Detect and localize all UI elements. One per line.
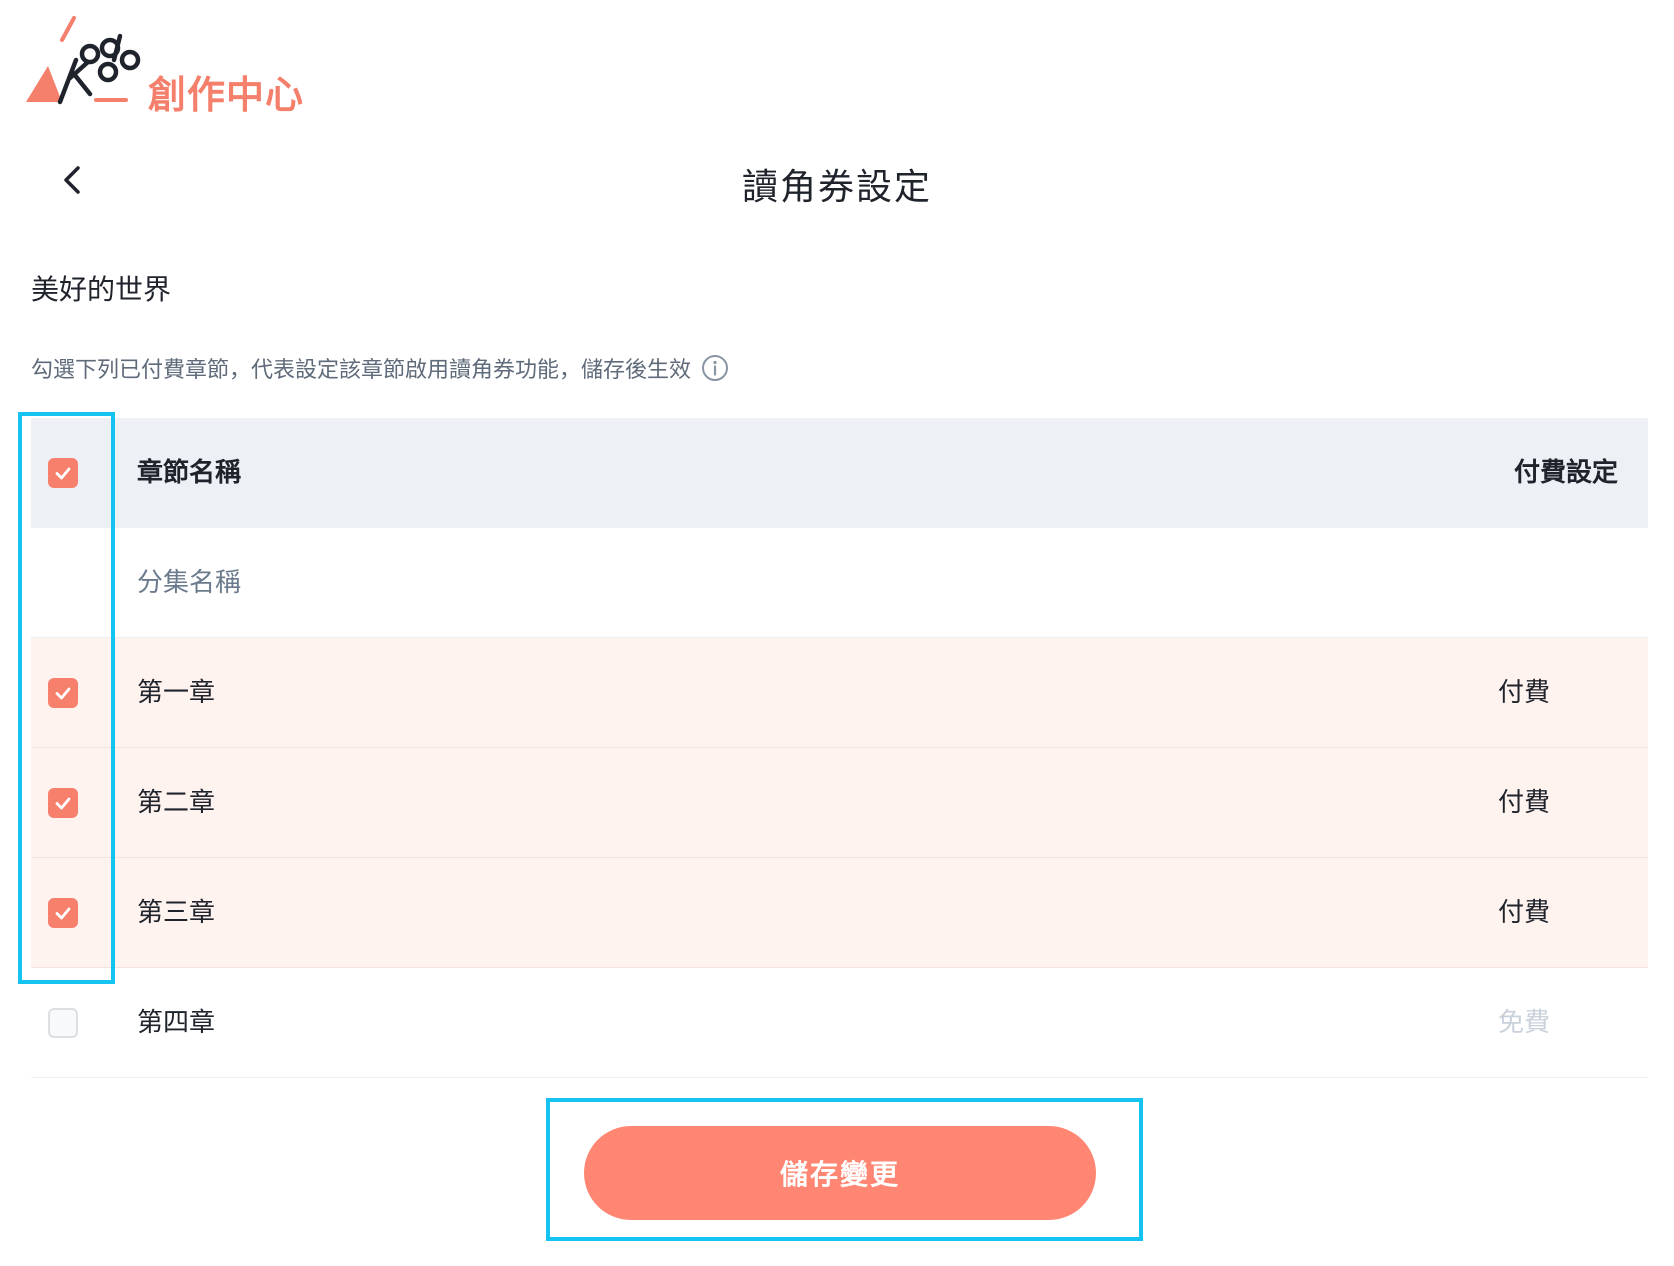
row-checkbox-disabled	[48, 1008, 78, 1038]
pay-setting: 免費	[1498, 1008, 1551, 1038]
row-check-cell	[48, 788, 78, 818]
table-header-row: 章節名稱 付費設定	[31, 418, 1648, 528]
row-checkbox[interactable]	[48, 898, 78, 928]
page-title: 讀角券設定	[741, 167, 932, 208]
column-header-name: 章節名稱	[137, 458, 242, 488]
work-title: 美好的世界	[31, 273, 172, 306]
chapter-table: 章節名稱 付費設定 分集名稱 第一章 付費 第二章 付費 第三章 付費 第四章 …	[31, 418, 1648, 1078]
group-label: 分集名稱	[137, 568, 242, 598]
chapter-name: 第四章	[137, 1008, 216, 1038]
hint-row: 勾選下列已付費章節，代表設定該章節啟用讀角券功能，儲存後生效	[31, 352, 729, 384]
chapter-name: 第三章	[137, 898, 216, 928]
chapter-name: 第一章	[137, 678, 216, 708]
chapter-name: 第二章	[137, 788, 216, 818]
row-check-cell	[48, 1008, 78, 1038]
row-checkbox[interactable]	[48, 678, 78, 708]
check-icon	[55, 687, 71, 700]
pay-setting: 付費	[1498, 898, 1551, 928]
pay-setting: 付費	[1498, 678, 1551, 708]
check-icon	[55, 907, 71, 920]
logo-text: 創作中心	[148, 73, 305, 117]
table-row[interactable]: 第二章 付費	[31, 748, 1648, 858]
row-check-cell	[48, 678, 78, 708]
check-icon	[55, 467, 71, 480]
save-changes-button[interactable]: 儲存變更	[584, 1126, 1096, 1220]
select-all-checkbox[interactable]	[48, 458, 78, 488]
column-header-pay: 付費設定	[1513, 458, 1618, 488]
table-row[interactable]: 第三章 付費	[31, 858, 1648, 968]
app-logo[interactable]: 創作中心	[26, 14, 326, 117]
pay-setting: 付費	[1498, 788, 1551, 818]
row-checkbox[interactable]	[48, 788, 78, 818]
check-icon	[55, 797, 71, 810]
row-check-cell	[48, 898, 78, 928]
info-icon[interactable]	[701, 354, 729, 382]
table-row[interactable]: 第一章 付費	[31, 638, 1648, 748]
table-row[interactable]: 第四章 免費	[31, 968, 1648, 1078]
kodo-logo-mark	[26, 16, 141, 105]
hint-text: 勾選下列已付費章節，代表設定該章節啟用讀角券功能，儲存後生效	[31, 358, 692, 383]
table-group-row: 分集名稱	[31, 528, 1648, 638]
select-all-cell	[48, 458, 78, 488]
